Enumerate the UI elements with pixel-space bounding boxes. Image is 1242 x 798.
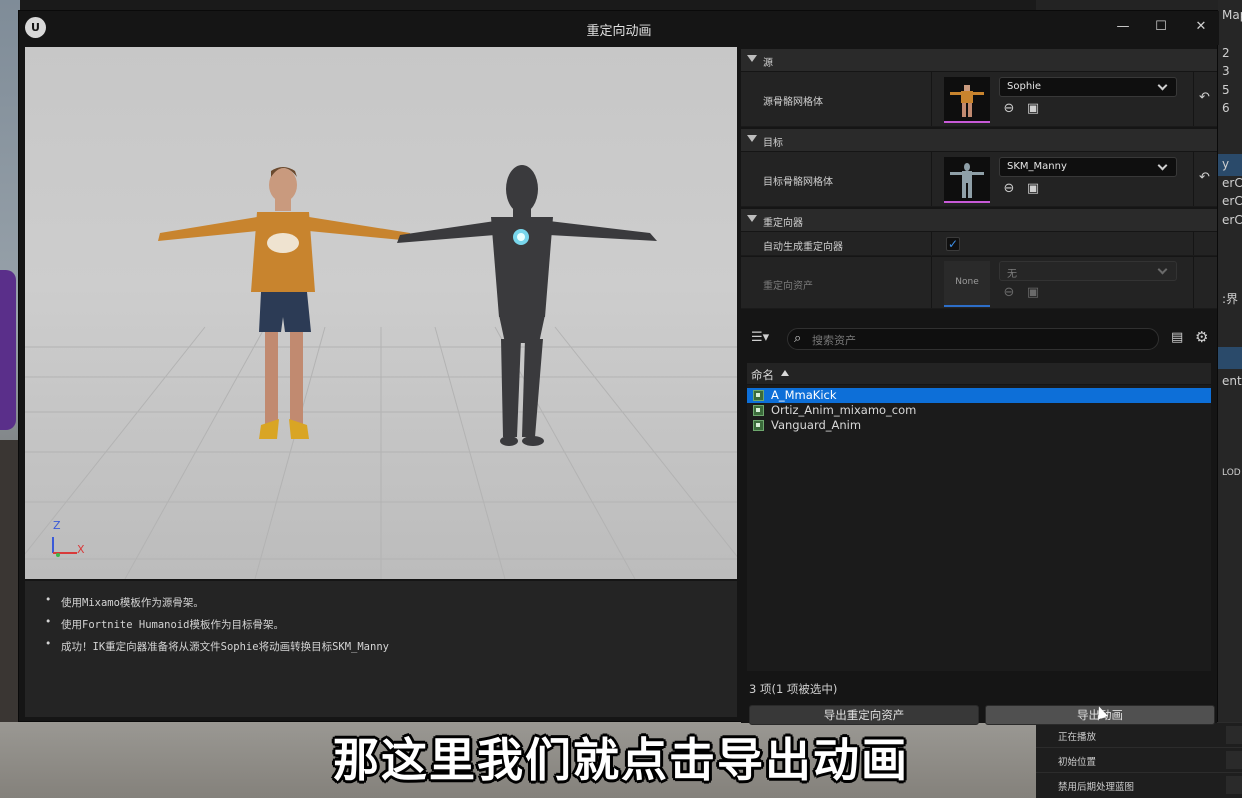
close-button[interactable]: ✕: [1185, 14, 1217, 40]
chevron-down-icon: [1157, 160, 1168, 171]
search-icon: ⌕: [794, 331, 802, 346]
auto-generate-row: 自动生成重定向器 ✓: [741, 232, 1217, 256]
reset-arrow-icon[interactable]: ↶: [1199, 90, 1210, 105]
browse-folder-icon[interactable]: ▣: [1025, 101, 1041, 117]
use-selected-arrow-icon[interactable]: ⊖: [1001, 101, 1017, 117]
collapse-triangle-icon[interactable]: [747, 215, 757, 222]
asset-list: 命名 A_MmaKick Ortiz_Anim_mixamo_com Vangu…: [747, 363, 1211, 671]
chevron-down-icon: [1157, 80, 1168, 91]
use-selected-arrow-icon[interactable]: ⊖: [1001, 285, 1017, 301]
target-character: [397, 165, 657, 446]
background-outliner: Map 2 3 5 6 y erCu erCu erCu :界 ent LOD: [1218, 0, 1242, 722]
collapse-triangle-icon[interactable]: [747, 135, 757, 142]
retarget-asset-row: 重定向资产 None 无 ⊖ ▣: [741, 257, 1217, 309]
asset-search-bar: ☰▾ ⌕ ▤ ⚙: [741, 321, 1217, 355]
auto-generate-checkbox[interactable]: ✓: [946, 237, 960, 251]
outliner-text: LOD: [1222, 468, 1241, 478]
export-retarget-assets-button[interactable]: 导出重定向资产: [749, 705, 979, 725]
collapse-triangle-icon[interactable]: [747, 55, 757, 62]
target-mesh-thumbnail[interactable]: [944, 157, 990, 203]
outliner-text: y: [1222, 157, 1230, 171]
retarget-asset-thumbnail[interactable]: None: [944, 261, 990, 307]
sort-ascending-icon: [781, 370, 789, 376]
list-item[interactable]: A_MmaKick: [747, 388, 1211, 403]
source-mesh-label: 源骨骼网格体: [763, 97, 823, 108]
search-box[interactable]: ⌕: [787, 328, 1159, 350]
section-source-header[interactable]: 源: [741, 49, 1217, 71]
selection-count: 3 项(1 项被选中): [749, 682, 838, 696]
outliner-text: 6: [1222, 101, 1230, 115]
axis-z-label: Z: [53, 519, 61, 532]
source-mesh-row: 源骨骼网格体 Sophie ⊖ ▣ ↶: [741, 72, 1217, 127]
section-target-header[interactable]: 目标: [741, 129, 1217, 151]
section-retargeter-header[interactable]: 重定向器: [741, 209, 1217, 231]
window-title: 重定向动画: [586, 24, 652, 39]
maximize-button[interactable]: ☐: [1145, 14, 1177, 40]
log-line: 使用Fortnite Humanoid模板作为目标骨架。: [45, 616, 737, 632]
name-column-header[interactable]: 命名: [747, 363, 1211, 385]
animation-asset-icon: [753, 420, 764, 431]
axis-gizmo: [52, 537, 77, 557]
auto-generate-label: 自动生成重定向器: [763, 242, 843, 253]
outliner-text: ent: [1222, 374, 1242, 388]
outliner-text: 2: [1222, 46, 1230, 60]
list-item[interactable]: Vanguard_Anim: [747, 418, 1211, 433]
browse-folder-icon[interactable]: ▣: [1025, 181, 1041, 197]
minimize-button[interactable]: —: [1107, 14, 1139, 40]
list-item[interactable]: Ortiz_Anim_mixamo_com: [747, 403, 1211, 418]
log-line: 使用Mixamo模板作为源骨架。: [45, 594, 737, 610]
log-line: 成功！IK重定向器准备将从源文件Sophie将动画转换目标SKM_Manny: [45, 638, 737, 654]
target-mesh-dropdown[interactable]: SKM_Manny: [999, 157, 1177, 177]
outliner-text: erCu: [1222, 194, 1242, 208]
folder-icon[interactable]: ▤: [1171, 330, 1183, 345]
outliner-text: erCu: [1222, 176, 1242, 190]
gear-icon[interactable]: ⚙: [1195, 328, 1208, 346]
outliner-text: Map: [1222, 8, 1242, 22]
chevron-down-icon: [1157, 264, 1168, 275]
target-mesh-label: 目标骨骼网格体: [763, 177, 833, 188]
reset-arrow-icon[interactable]: ↶: [1199, 170, 1210, 185]
retarget-animation-dialog: U 重定向动画 — ☐ ✕ Z X • 使用Mixamo模板作为源骨架。 • 使…: [18, 10, 1219, 725]
retarget-asset-dropdown[interactable]: 无: [999, 261, 1177, 281]
source-mesh-dropdown[interactable]: Sophie: [999, 77, 1177, 97]
message-log: 使用Mixamo模板作为源骨架。 使用Fortnite Humanoid模板作为…: [25, 581, 737, 717]
outliner-text: erCu: [1222, 213, 1242, 227]
title-bar[interactable]: U 重定向动画 — ☐ ✕: [19, 11, 1219, 45]
preview-viewport[interactable]: Z X: [25, 47, 737, 579]
source-mesh-thumbnail[interactable]: [944, 77, 990, 123]
axis-x-label: X: [77, 543, 85, 556]
animation-asset-icon: [753, 405, 764, 416]
video-subtitle: 那这里我们就点击导出动画: [333, 733, 909, 787]
filter-icon[interactable]: ☰▾: [751, 330, 769, 345]
animation-asset-icon: [753, 390, 764, 401]
source-character: [158, 167, 412, 439]
background-object: [0, 270, 16, 430]
search-input[interactable]: [812, 332, 1142, 348]
background-viewport-left: [0, 0, 20, 798]
outliner-selected-row[interactable]: [1218, 347, 1242, 369]
outliner-text: 5: [1222, 83, 1230, 97]
background-floor: [0, 440, 20, 740]
use-selected-arrow-icon[interactable]: ⊖: [1001, 181, 1017, 197]
target-mesh-row: 目标骨骼网格体 SKM_Manny ⊖ ▣ ↶: [741, 152, 1217, 207]
browse-folder-icon[interactable]: ▣: [1025, 285, 1041, 301]
retarget-asset-label: 重定向资产: [763, 281, 813, 292]
details-panel: 源 源骨骼网格体 Sophie ⊖ ▣ ↶ 目标 目标骨骼网格体 SKM_Man…: [741, 47, 1217, 725]
outliner-text: 3: [1222, 64, 1230, 78]
outliner-text: :界: [1222, 292, 1239, 306]
